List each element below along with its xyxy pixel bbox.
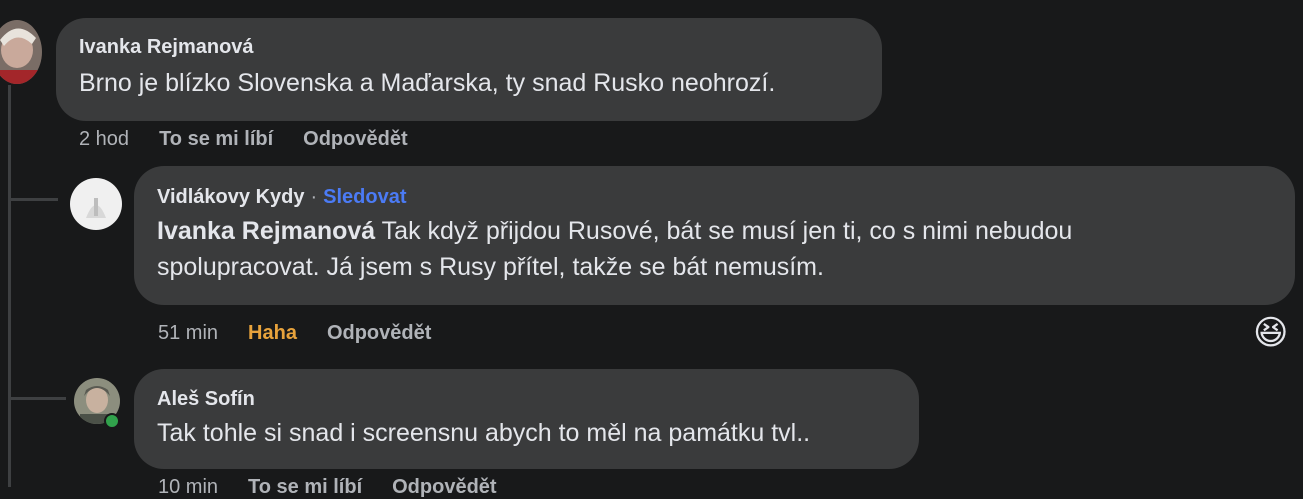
reply-button[interactable]: Odpovědět [303,128,407,150]
separator-dot: · [310,186,318,208]
like-button[interactable]: To se mi líbí [248,476,362,498]
comment-time[interactable]: 51 min [158,322,218,344]
comment-text: Tak tohle si snad i screensnu abych to m… [157,419,811,447]
avatar[interactable] [70,178,122,230]
comment-text: Ivanka Rejmanová Tak když přijdou Rusové… [157,213,1295,285]
comment-author[interactable]: Ivanka Rejmanová [79,36,254,58]
comment-meta: 51 min Haha Odpovědět [158,322,461,345]
comment-meta: 10 min To se mi líbí Odpovědět [158,476,527,499]
comment-bubble: Ivanka Rejmanová Brno je blízko Slovensk… [56,18,882,121]
follow-link[interactable]: Sledovat [323,186,406,208]
mention-link[interactable]: Ivanka Rejmanová [157,217,375,245]
comment-meta: 2 hod To se mi líbí Odpovědět [79,128,438,151]
like-button[interactable]: To se mi líbí [159,128,273,150]
thread-branch-2 [8,397,66,400]
comment-time[interactable]: 2 hod [79,128,129,150]
thread-line-vertical [8,85,11,487]
haha-reaction-icon[interactable]: 😆 [1253,313,1288,353]
comment-bubble: Vidlákovy Kydy · Sledovat Ivanka Rejmanová… [134,166,1295,305]
thread-branch-1 [8,198,58,201]
online-status-indicator [104,413,120,429]
comment-time[interactable]: 10 min [158,476,218,498]
reply-button[interactable]: Odpovědět [392,476,496,498]
comment-author[interactable]: Vidlákovy Kydy [157,186,304,208]
avatar[interactable] [0,20,42,84]
comment-text-line2: spolupracovat. Já jsem s Rusy přítel, ta… [157,253,824,281]
haha-button[interactable]: Haha [248,322,297,344]
comment-text-line1: Tak když přijdou Rusové, bát se musí jen… [375,217,1073,245]
comment-author[interactable]: Aleš Sofín [157,388,255,410]
comment-text: Brno je blízko Slovenska a Maďarska, ty … [79,69,776,97]
reply-button[interactable]: Odpovědět [327,322,431,344]
comment-bubble: Aleš Sofín Tak tohle si snad i screensnu… [134,369,919,469]
